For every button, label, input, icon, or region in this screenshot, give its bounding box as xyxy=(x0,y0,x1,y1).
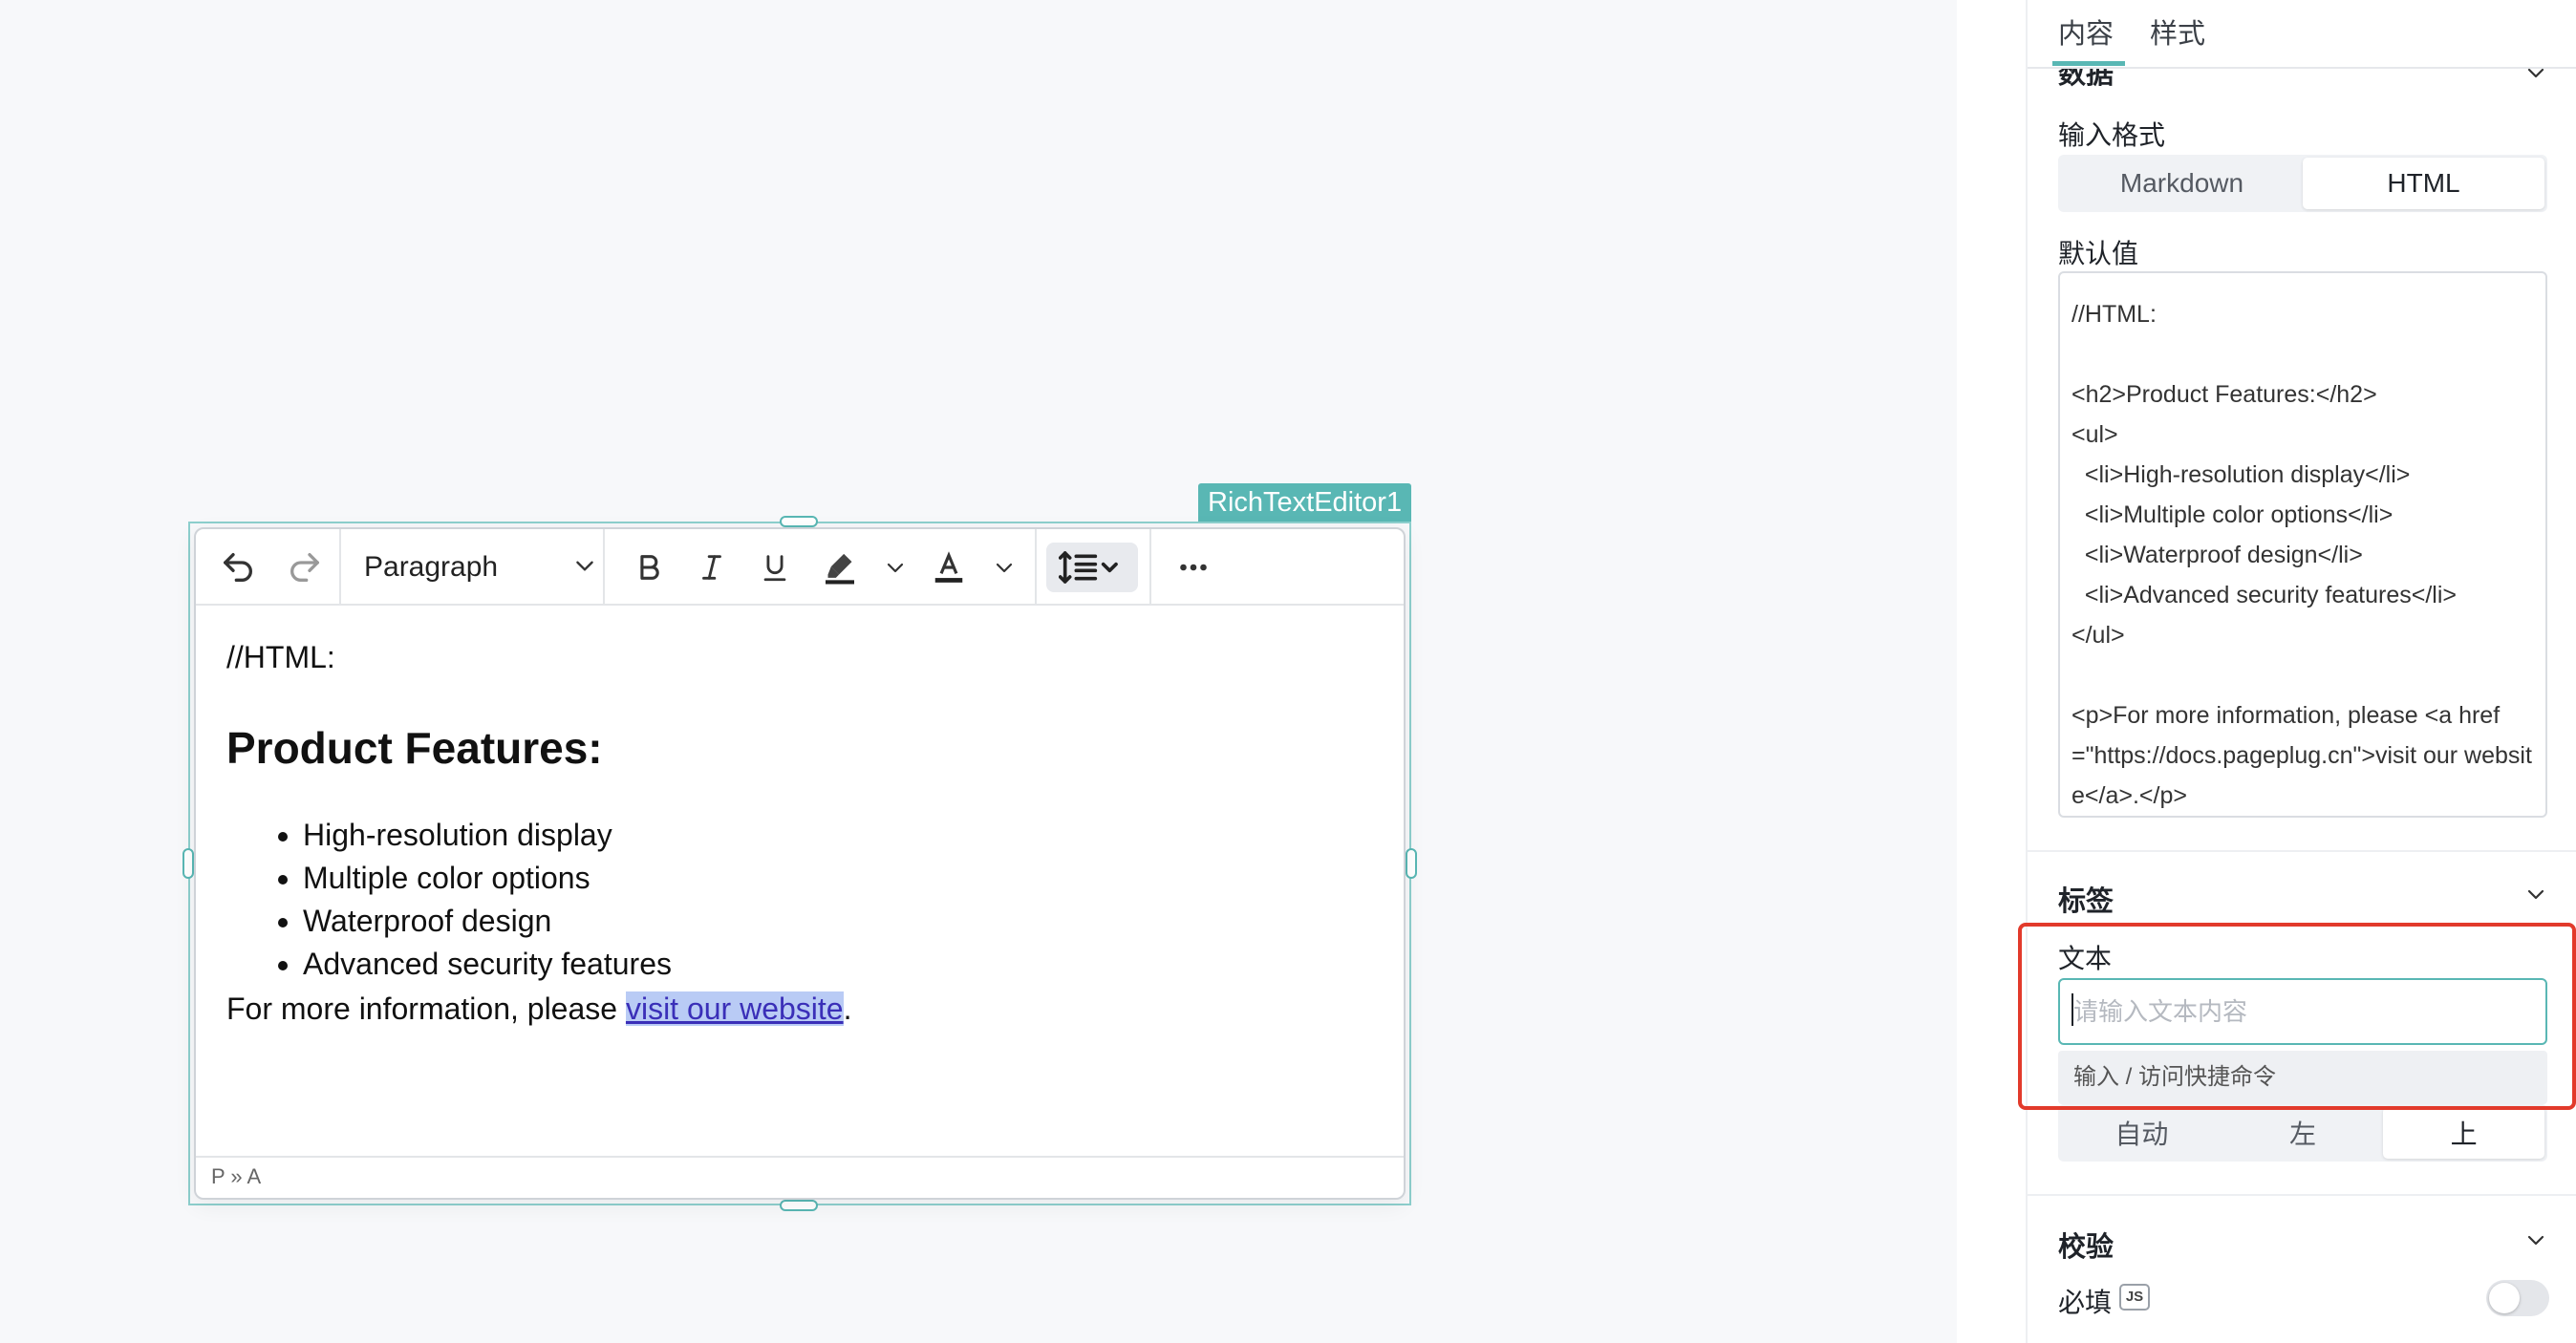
content-heading: Product Features: xyxy=(226,723,603,773)
validation-section-header[interactable]: 校验 xyxy=(2028,1217,2576,1265)
font-color-dropdown-icon[interactable] xyxy=(985,543,1023,592)
content-paragraph: For more information, please visit our w… xyxy=(226,991,851,1027)
annotation-highlight-box xyxy=(2018,923,2576,1110)
line-height-icon[interactable] xyxy=(1046,543,1138,592)
rich-text-editor: Paragraph //HTML: Product Features: • Hi… xyxy=(194,527,1406,1200)
widget-name-tag[interactable]: RichTextEditor1 xyxy=(1198,483,1412,522)
list-item: Advanced security features xyxy=(303,943,672,986)
font-color-icon[interactable] xyxy=(922,543,976,592)
block-format-label: Paragraph xyxy=(364,551,499,583)
section-title-validation: 校验 xyxy=(2058,1232,2114,1263)
resize-handle-left[interactable] xyxy=(182,848,194,879)
bold-icon[interactable] xyxy=(622,543,676,592)
active-tab-indicator xyxy=(2052,61,2125,66)
chevron-down-icon xyxy=(2527,1235,2544,1246)
input-format-label: 输入格式 xyxy=(2058,120,2166,150)
panel-tabs: 内容 样式 xyxy=(2028,0,2576,69)
required-toggle[interactable] xyxy=(2486,1280,2549,1316)
list-item: Multiple color options xyxy=(303,857,672,900)
block-format-select[interactable]: Paragraph xyxy=(364,543,603,592)
list-item: Waterproof design xyxy=(303,900,672,943)
highlight-icon[interactable] xyxy=(813,543,867,592)
highlight-dropdown-icon[interactable] xyxy=(876,543,914,592)
undo-icon[interactable] xyxy=(209,543,267,592)
position-option-auto[interactable]: 自动 xyxy=(2061,1107,2222,1159)
tab-content[interactable]: 内容 xyxy=(2058,11,2114,52)
tab-style[interactable]: 样式 xyxy=(2150,11,2205,52)
chevron-down-icon xyxy=(2527,889,2544,900)
position-option-left[interactable]: 左 xyxy=(2222,1107,2384,1159)
editor-toolbar: Paragraph xyxy=(196,529,1404,606)
resize-handle-bottom[interactable] xyxy=(780,1200,818,1211)
paragraph-suffix: . xyxy=(843,991,852,1026)
paragraph-prefix: For more information, please xyxy=(226,991,626,1026)
label-position-segmented: 自动 左 上 xyxy=(2058,1104,2547,1162)
underline-icon[interactable] xyxy=(748,543,802,592)
format-option-markdown[interactable]: Markdown xyxy=(2061,158,2303,209)
chevron-down-icon xyxy=(2527,69,2544,78)
default-value-editor[interactable]: //HTML: <h2>Product Features:</h2> <ul> … xyxy=(2058,271,2547,818)
italic-icon[interactable] xyxy=(685,543,739,592)
content-comment: //HTML: xyxy=(226,640,335,674)
more-icon[interactable] xyxy=(1167,543,1220,592)
position-option-top[interactable]: 上 xyxy=(2383,1107,2545,1159)
toggle-knob xyxy=(2489,1283,2520,1313)
section-title-label: 标签 xyxy=(2058,886,2114,917)
chevron-down-icon xyxy=(572,553,597,583)
section-divider xyxy=(2028,1194,2576,1196)
label-section-header[interactable]: 标签 xyxy=(2028,871,2576,919)
section-title-data: 数据 xyxy=(2058,69,2114,90)
list-item: High-resolution display xyxy=(303,814,672,857)
panel-divider xyxy=(2026,0,2028,1343)
format-option-html[interactable]: HTML xyxy=(2303,158,2544,209)
input-format-segmented: Markdown HTML xyxy=(2058,155,2547,212)
resize-handle-top[interactable] xyxy=(780,516,818,527)
js-toggle-badge[interactable]: JS xyxy=(2119,1284,2150,1311)
redo-icon[interactable] xyxy=(276,543,333,592)
editor-statusbar: P » A xyxy=(196,1156,1404,1198)
editor-content[interactable]: //HTML: Product Features: High-resolutio… xyxy=(226,606,1373,1160)
default-value-label: 默认值 xyxy=(2058,239,2139,268)
required-label: 必填 xyxy=(2058,1288,2113,1317)
website-link[interactable]: visit our website xyxy=(625,991,844,1026)
resize-handle-right[interactable] xyxy=(1406,848,1417,879)
content-list: High-resolution display Multiple color o… xyxy=(303,814,672,986)
data-section-header[interactable]: 数据 xyxy=(2028,69,2576,90)
section-divider xyxy=(2028,850,2576,852)
